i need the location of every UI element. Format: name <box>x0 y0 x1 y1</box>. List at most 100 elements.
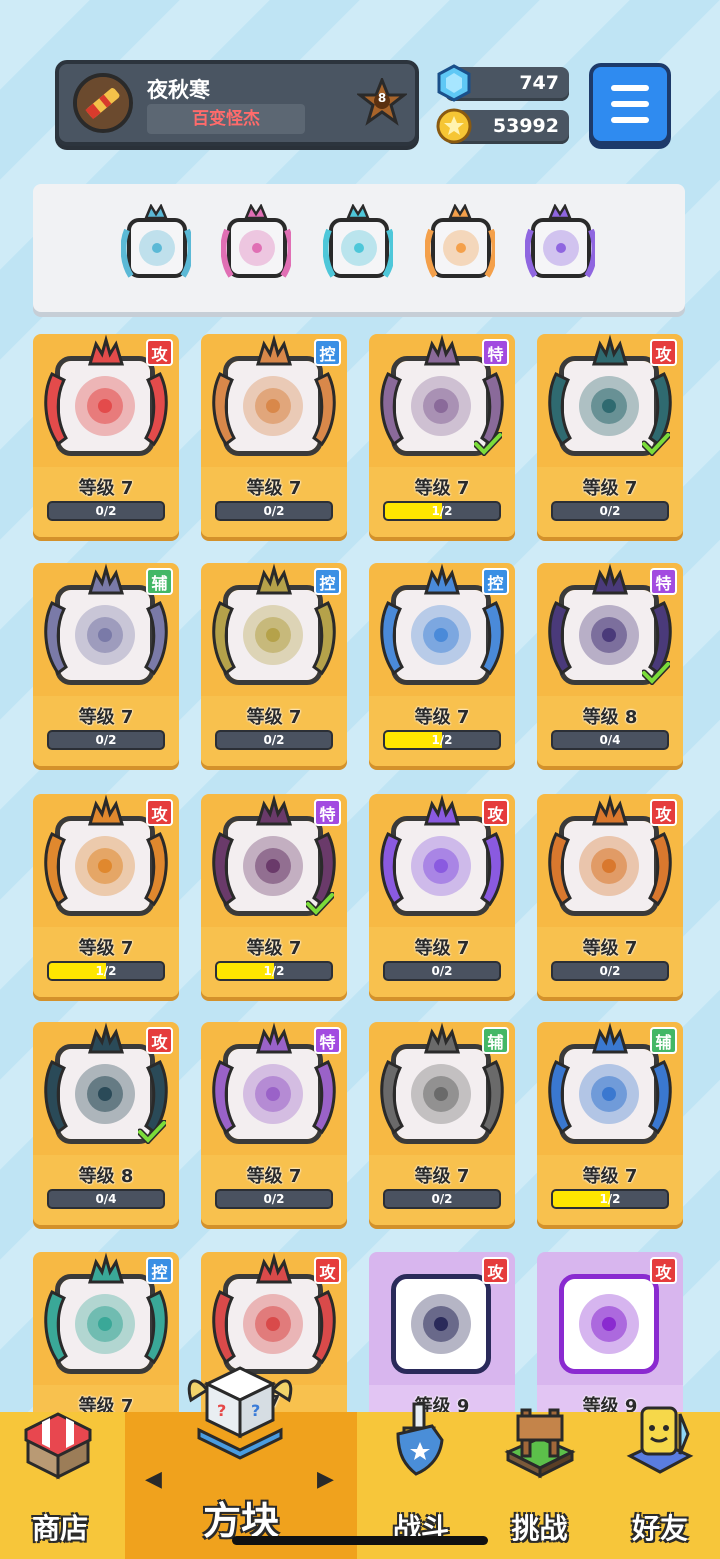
sand-dice-icon <box>223 356 323 456</box>
dice-type-badge: 控 <box>146 1257 173 1284</box>
upgrade-progress-text: 0/2 <box>431 1192 453 1206</box>
pixel-dice-icon <box>559 1274 659 1374</box>
upgrade-progress-text: 1/2 <box>263 964 285 978</box>
dice-card[interactable]: 特等级 8 0/4 <box>537 563 683 766</box>
mist-dice-icon <box>223 1044 323 1144</box>
nav-left-arrow-icon[interactable]: ◀ <box>145 1467 162 1492</box>
dice-type-badge: 攻 <box>314 1257 341 1284</box>
dice-level: 等级 7 <box>414 1166 470 1187</box>
dice-type-badge: 攻 <box>650 799 677 826</box>
friends-icon <box>626 1406 694 1474</box>
dice-level: 等级 7 <box>246 938 302 959</box>
upgrade-progress-text: 0/2 <box>599 504 621 518</box>
nav-challenge-label: 挑战 <box>511 1512 568 1545</box>
svg-text:?: ? <box>217 1401 226 1420</box>
upgrade-progress-text: 0/2 <box>95 733 117 747</box>
dice-type-badge: 控 <box>314 568 341 595</box>
dice-type-badge: 控 <box>314 339 341 366</box>
saw-dice-icon <box>223 1274 323 1374</box>
upgrade-progress-bar: 1/2 <box>551 1189 669 1209</box>
equipped-deck-panel <box>33 184 685 312</box>
home-indicator <box>232 1536 488 1545</box>
player-title: 百变怪杰 <box>147 104 305 134</box>
upgrade-progress-bar: 0/2 <box>215 730 333 750</box>
shop-icon <box>24 1412 92 1480</box>
coin-counter[interactable]: 53992 <box>436 108 569 144</box>
upgrade-progress-bar: 0/2 <box>47 730 165 750</box>
dice-card[interactable]: 控等级 7 0/2 <box>201 334 347 537</box>
gem-counter[interactable]: 747 <box>437 64 569 102</box>
dice-type-badge: 特 <box>482 339 509 366</box>
pink-cross-dice-icon[interactable] <box>220 203 294 290</box>
dice-level: 等级 7 <box>246 707 302 728</box>
dice-level: 等级 7 <box>414 938 470 959</box>
dice-level: 等级 7 <box>414 707 470 728</box>
nav-friends[interactable]: 好友 <box>600 1406 720 1559</box>
dice-card[interactable]: 攻等级 7 0/2 <box>33 334 179 537</box>
nav-right-arrow-icon[interactable]: ▶ <box>317 1467 334 1492</box>
upgrade-progress-bar: 0/4 <box>47 1189 165 1209</box>
upgrade-progress-text: 1/2 <box>431 733 453 747</box>
rank-badge: 8 <box>355 75 409 128</box>
upgrade-progress-text: 0/2 <box>599 964 621 978</box>
upgrade-progress-text: 0/2 <box>263 504 285 518</box>
gun-dice-icon <box>559 816 659 916</box>
dice-card[interactable]: 控等级 7 1/2 <box>369 563 515 766</box>
dice-type-badge: 攻 <box>482 1257 509 1284</box>
upgrade-progress-text: 1/2 <box>431 504 453 518</box>
dice-type-badge: 攻 <box>146 339 173 366</box>
dice-level: 等级 7 <box>582 1166 638 1187</box>
upgrade-progress-text: 0/2 <box>263 1192 285 1206</box>
dice-card[interactable]: 攻等级 7 0/2 <box>537 334 683 537</box>
clock-dice-icon <box>391 1044 491 1144</box>
svg-text:?: ? <box>251 1401 260 1420</box>
rank-number: 8 <box>377 91 387 105</box>
dice-card[interactable]: 特等级 7 1/2 <box>201 794 347 997</box>
dice-level: 等级 7 <box>582 478 638 499</box>
dice-card[interactable]: 辅等级 7 0/2 <box>369 1022 515 1225</box>
dice-card[interactable]: 攻等级 8 0/4 <box>33 1022 179 1225</box>
coin-icon <box>436 108 472 144</box>
upgrade-progress-bar: 1/2 <box>383 730 501 750</box>
dice-level: 等级 7 <box>414 478 470 499</box>
star-burst-dice-icon <box>55 356 155 456</box>
snowflake-dice-icon <box>391 585 491 685</box>
upgrade-progress-bar: 1/2 <box>47 961 165 981</box>
gem-icon <box>437 64 471 102</box>
upgrade-progress-bar: 0/2 <box>383 961 501 981</box>
dice-type-badge: 攻 <box>650 1257 677 1284</box>
fire-swirl-dice-icon <box>55 816 155 916</box>
dice-card[interactable]: 攻等级 7 1/2 <box>33 794 179 997</box>
menu-button[interactable] <box>589 63 671 145</box>
dice-level: 等级 7 <box>246 1166 302 1187</box>
violet-eye-dice-icon[interactable] <box>524 203 598 290</box>
upgrade-progress-text: 0/4 <box>599 733 621 747</box>
nav-challenge[interactable]: 挑战 <box>482 1408 597 1559</box>
player-name: 夜秋寒 <box>147 78 210 102</box>
dice-card[interactable]: 特等级 7 1/2 <box>369 334 515 537</box>
dice-card[interactable]: 攻等级 7 0/2 <box>369 794 515 997</box>
dice-card[interactable]: 控等级 7 0/2 <box>201 563 347 766</box>
upgrade-progress-text: 0/2 <box>263 733 285 747</box>
avatar[interactable] <box>73 73 133 133</box>
nav-friends-label: 好友 <box>631 1512 688 1545</box>
dice-card[interactable]: 辅等级 7 1/2 <box>537 1022 683 1225</box>
dice-card[interactable]: 攻等级 7 0/2 <box>537 794 683 997</box>
rainbow-infinity-dice-icon[interactable] <box>424 203 498 290</box>
nav-shop[interactable]: 商店 <box>0 1412 120 1559</box>
nav-shop-label: 商店 <box>31 1512 88 1545</box>
telescope-avatar-icon <box>77 77 129 129</box>
cyan-totem-dice-icon[interactable] <box>322 203 396 290</box>
upgrade-progress-text: 0/2 <box>95 504 117 518</box>
player-profile-panel[interactable]: 夜秋寒 百变怪杰 8 <box>55 60 419 146</box>
dice-card[interactable]: 辅等级 7 0/2 <box>33 563 179 766</box>
equipped-check-icon <box>306 892 334 916</box>
upgrade-progress-bar: 0/2 <box>383 1189 501 1209</box>
dice-type-badge: 特 <box>314 799 341 826</box>
dice-type-badge: 特 <box>650 568 677 595</box>
dice-type-badge: 攻 <box>482 799 509 826</box>
upgrade-progress-text: 0/2 <box>431 964 453 978</box>
dice-card[interactable]: 特等级 7 0/2 <box>201 1022 347 1225</box>
coin-count: 53992 <box>492 115 559 137</box>
teal-vortex-dice-icon[interactable] <box>120 203 194 290</box>
